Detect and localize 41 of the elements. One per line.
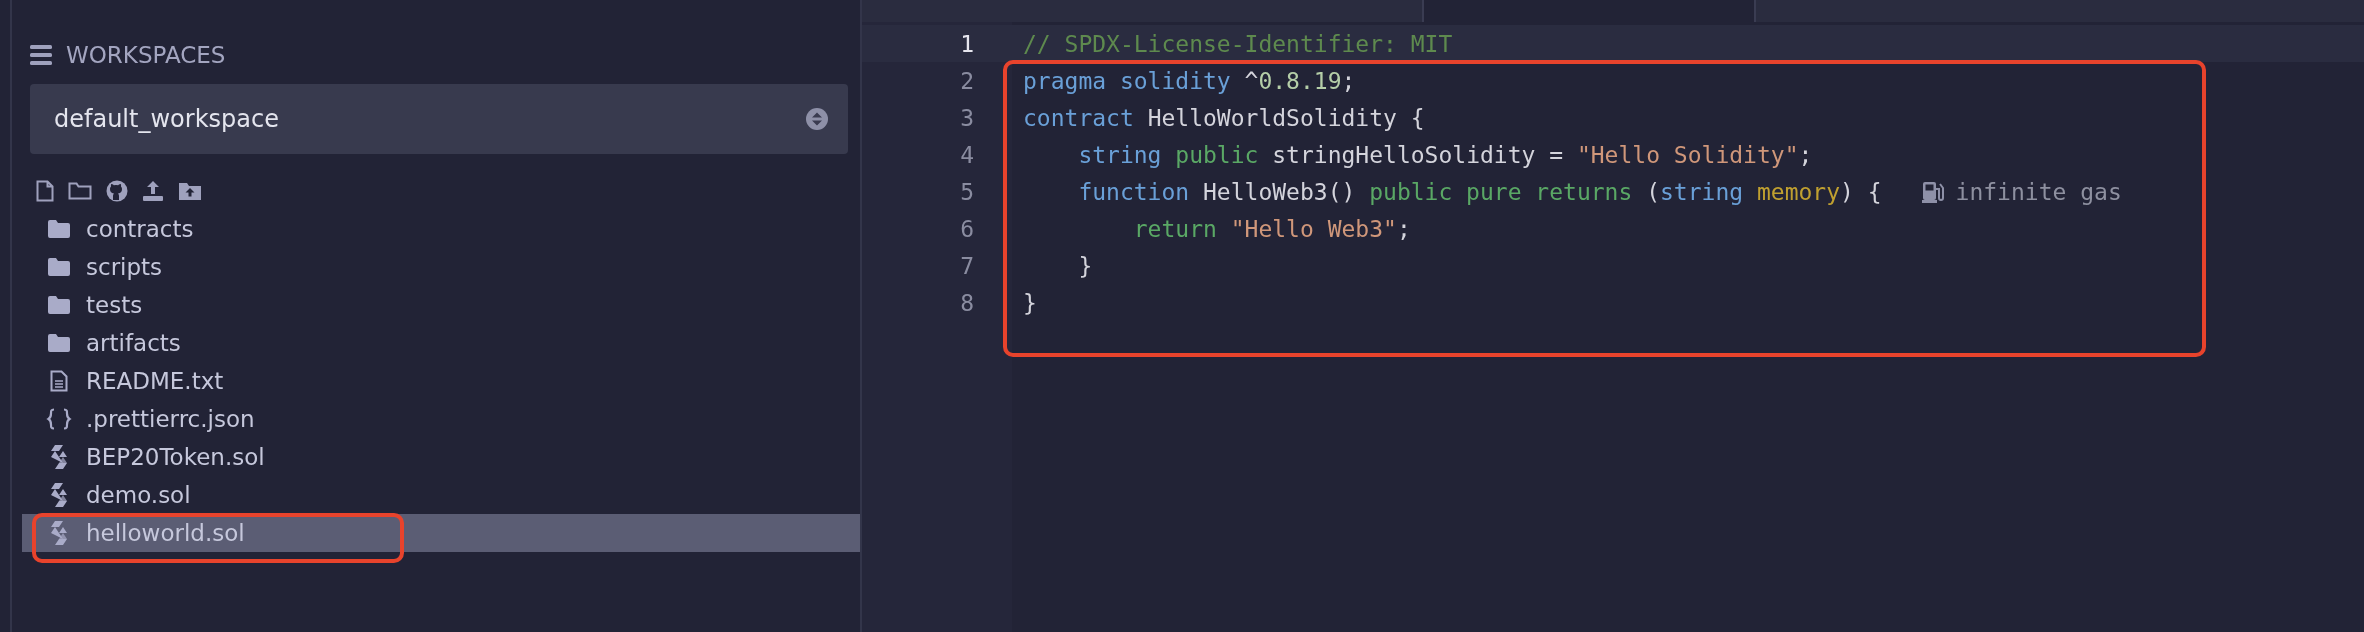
section-title: WORKSPACES — [66, 42, 226, 68]
folder-icon — [46, 258, 72, 276]
file-item[interactable]: helloworld.sol — [22, 514, 860, 552]
line-number: 3 — [959, 104, 974, 131]
folder-icon — [46, 220, 72, 238]
upload-icon[interactable] — [142, 180, 164, 202]
code-line: pragma solidity ^0.8.19; — [1023, 67, 1356, 94]
select-arrows-icon — [806, 108, 828, 130]
folder-upload-icon[interactable] — [178, 181, 202, 201]
menu-icon[interactable] — [30, 45, 52, 65]
file-item[interactable]: BEP20Token.sol — [22, 438, 860, 476]
file-item[interactable]: README.txt — [22, 362, 860, 400]
folder-icon — [46, 334, 72, 352]
folder-icon — [46, 296, 72, 314]
braces-icon — [46, 408, 72, 430]
line-number: 5 — [959, 178, 974, 205]
line-number: 7 — [959, 252, 974, 279]
code-line: return "Hello Web3"; — [1132, 215, 1411, 242]
file-item[interactable]: tests — [22, 286, 860, 324]
code-line: // SPDX-License-Identifier: MIT — [1023, 30, 1453, 57]
code-line: string public stringHelloSolidity = "Hello Solidity"; — [1077, 141, 1813, 168]
file-item[interactable]: artifacts — [22, 324, 860, 362]
code-line: } — [1077, 252, 1093, 279]
file-item[interactable]: demo.sol — [22, 476, 860, 514]
code-line: } — [1023, 289, 1037, 316]
code-line: contract HelloWorldSolidity { — [1023, 104, 1425, 131]
line-number: 6 — [959, 215, 974, 242]
new-folder-icon[interactable] — [68, 181, 92, 201]
line-number: 8 — [959, 289, 974, 316]
gas-estimate: infinite gas — [1955, 178, 2122, 205]
file-item[interactable]: scripts — [22, 248, 860, 286]
line-number: 1 — [959, 30, 974, 57]
file-item[interactable]: .prettierrc.json — [22, 400, 860, 438]
fuel-pump-icon — [1921, 180, 1946, 203]
file-item[interactable]: contracts — [22, 210, 860, 248]
new-file-icon[interactable] — [36, 180, 54, 202]
github-icon[interactable] — [106, 180, 128, 202]
line-number: 2 — [959, 67, 974, 94]
line-number: 4 — [959, 141, 974, 168]
workspace-select[interactable]: default_workspace — [30, 84, 848, 154]
code-line: function HelloWeb3() public pure returns (string memory) { — [1077, 178, 1882, 205]
